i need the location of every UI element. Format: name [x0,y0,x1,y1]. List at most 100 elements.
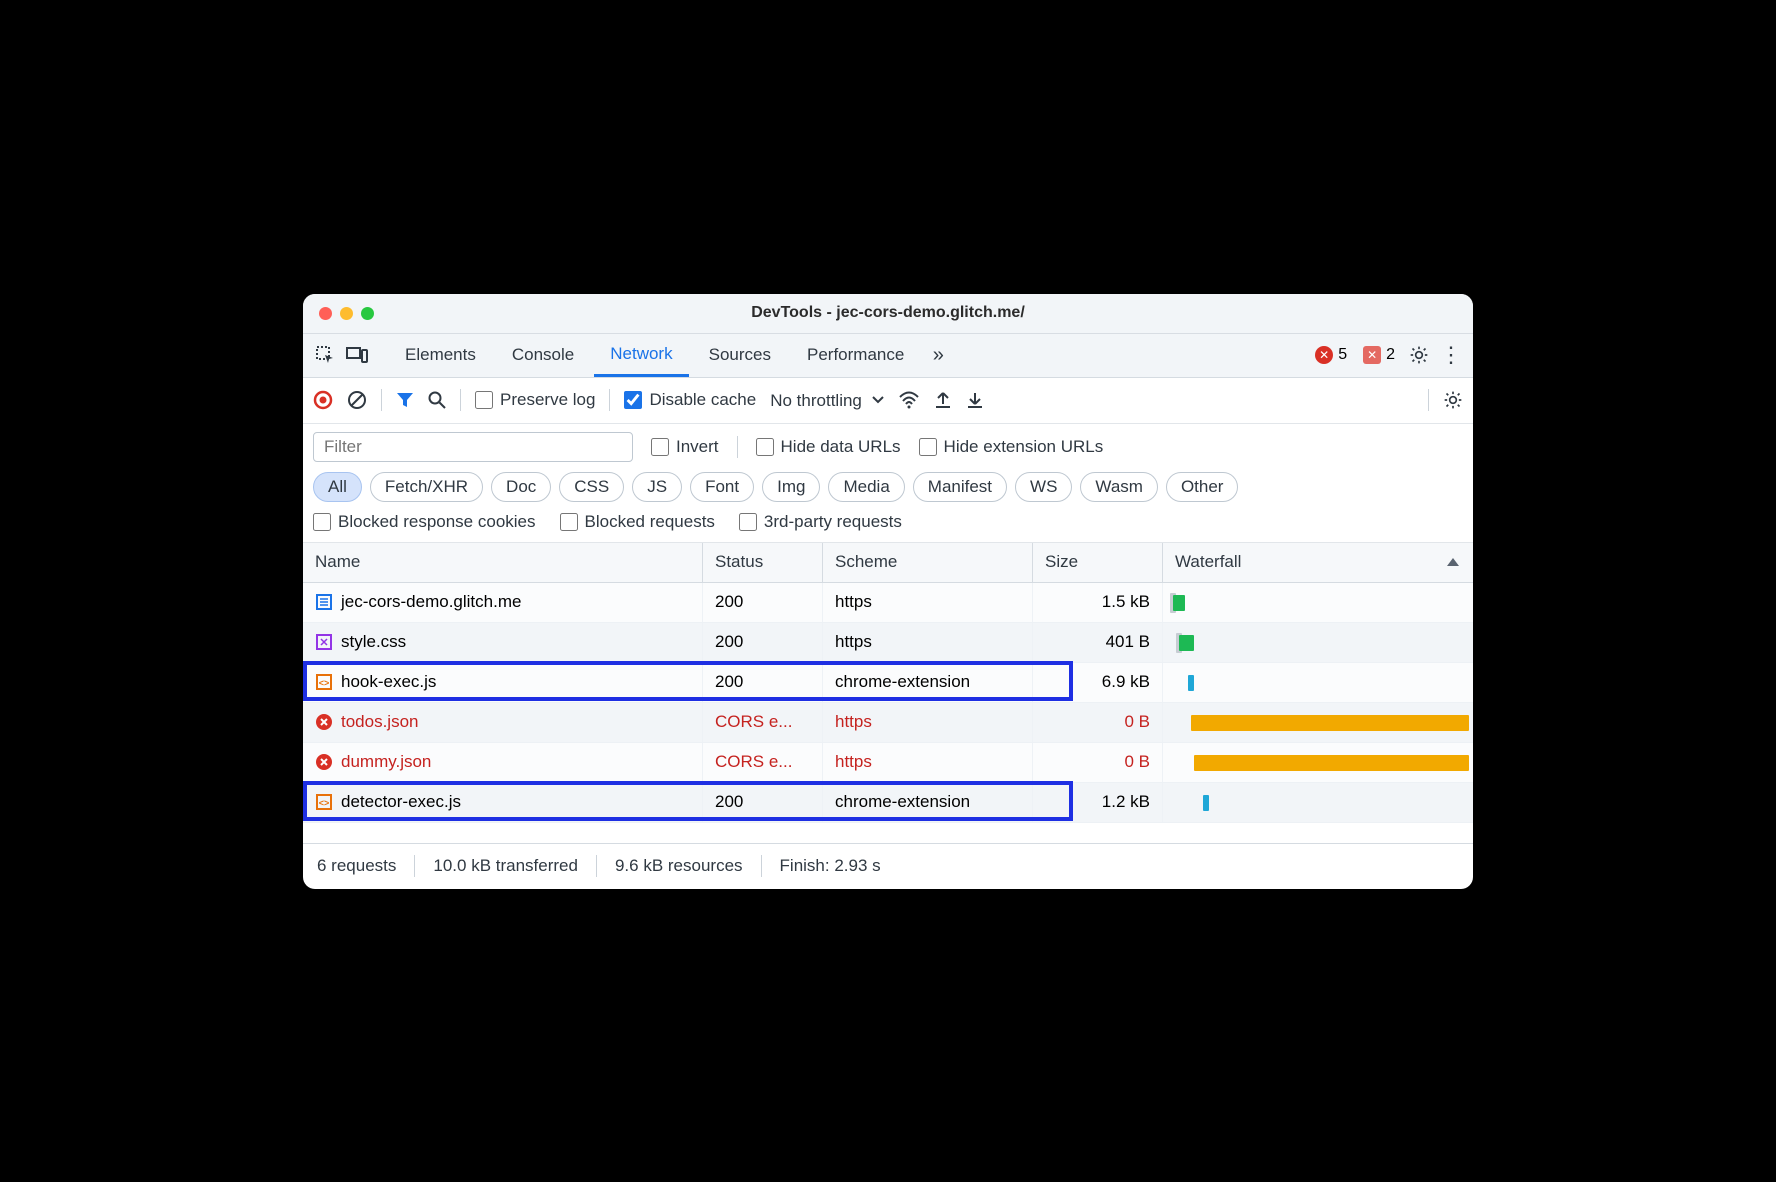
type-pill-img[interactable]: Img [762,472,820,502]
summary-finish: Finish: 2.93 s [780,856,881,876]
tab-performance[interactable]: Performance [791,334,920,377]
table-body: jec-cors-demo.glitch.me200https1.5 kBsty… [303,583,1473,843]
svg-text:<>: <> [319,798,330,808]
throttling-select[interactable]: No throttling [770,391,884,410]
blocked-cookies-checkbox[interactable]: Blocked response cookies [313,512,536,532]
network-conditions-icon[interactable] [898,391,920,409]
waterfall-bar [1167,623,1469,662]
inspect-icon[interactable] [311,345,339,365]
table-row[interactable]: dummy.jsonCORS e...https0 B [303,743,1473,783]
type-pill-other[interactable]: Other [1166,472,1239,502]
upload-har-icon[interactable] [934,390,952,410]
kebab-icon[interactable]: ⋮ [1437,342,1465,368]
filter-input[interactable] [313,432,633,462]
type-pill-manifest[interactable]: Manifest [913,472,1007,502]
record-button[interactable] [313,390,333,410]
type-pill-css[interactable]: CSS [559,472,624,502]
search-icon[interactable] [428,391,446,409]
requests-table: Name Status Scheme Size Waterfall jec-co… [303,543,1473,843]
table-row[interactable]: jec-cors-demo.glitch.me200https1.5 kB [303,583,1473,623]
summary-transferred: 10.0 kB transferred [433,856,578,876]
third-party-label: 3rd-party requests [764,512,902,532]
preserve-log-checkbox[interactable]: Preserve log [475,390,595,410]
type-pill-js[interactable]: JS [632,472,682,502]
type-pill-all[interactable]: All [313,472,362,502]
filter-icon[interactable] [396,391,414,409]
request-size: 1.5 kB [1033,583,1163,622]
request-name: hook-exec.js [341,672,436,692]
hide-data-urls-label: Hide data URLs [781,437,901,457]
request-status: CORS e... [703,743,823,782]
request-status: 200 [703,663,823,702]
col-name[interactable]: Name [303,543,703,582]
type-pill-font[interactable]: Font [690,472,754,502]
request-size: 401 B [1033,623,1163,662]
err-icon [315,713,333,731]
table-row[interactable]: <> hook-exec.js 200chrome-extension6.9 kB [303,663,1473,703]
settings-icon[interactable] [1405,345,1433,365]
err-icon [315,753,333,771]
js-icon: <> [315,793,333,811]
table-row[interactable]: style.css 200https401 B [303,623,1473,663]
type-pill-wasm[interactable]: Wasm [1080,472,1158,502]
table-row[interactable]: todos.jsonCORS e...https0 B [303,703,1473,743]
errors-count: 5 [1338,346,1347,364]
request-size: 0 B [1033,703,1163,742]
tab-network[interactable]: Network [594,334,688,377]
disable-cache-checkbox[interactable]: Disable cache [624,390,756,410]
request-size: 6.9 kB [1033,663,1163,702]
col-waterfall[interactable]: Waterfall [1163,543,1473,582]
request-scheme: chrome-extension [823,663,1033,702]
panel-settings-icon[interactable] [1443,390,1463,410]
hide-data-urls-checkbox[interactable]: Hide data URLs [756,437,901,457]
panel-tabs: Elements Console Network Sources Perform… [303,334,1473,378]
type-filter-pills: All Fetch/XHR Doc CSS JS Font Img Media Manifest… [313,472,1463,502]
blocked-requests-checkbox[interactable]: Blocked requests [560,512,715,532]
invert-checkbox[interactable]: Invert [651,437,719,457]
table-row[interactable]: <>detector-exec.js200chrome-extension1.2… [303,783,1473,823]
tab-elements[interactable]: Elements [389,334,492,377]
request-scheme: https [823,623,1033,662]
col-status[interactable]: Status [703,543,823,582]
request-size: 0 B [1033,743,1163,782]
waterfall-bar [1167,583,1469,622]
titlebar: DevTools - jec-cors-demo.glitch.me/ [303,294,1473,334]
waterfall-bar [1167,663,1469,702]
preserve-log-label: Preserve log [500,390,595,410]
type-pill-fetchxhr[interactable]: Fetch/XHR [370,472,483,502]
waterfall-bar [1167,783,1469,822]
doc-icon [315,593,333,611]
network-toolbar: Preserve log Disable cache No throttling [303,378,1473,424]
summary-resources: 9.6 kB resources [615,856,743,876]
window-title: DevTools - jec-cors-demo.glitch.me/ [303,304,1473,322]
col-size[interactable]: Size [1033,543,1163,582]
type-pill-media[interactable]: Media [828,472,904,502]
request-scheme: https [823,583,1033,622]
type-pill-ws[interactable]: WS [1015,472,1072,502]
device-icon[interactable] [343,346,371,364]
tab-sources[interactable]: Sources [693,334,787,377]
blocked-requests-label: Blocked requests [585,512,715,532]
request-scheme: https [823,743,1033,782]
request-name: style.css [341,632,406,652]
download-har-icon[interactable] [966,390,984,410]
errors-badge[interactable]: ✕ 5 [1309,346,1353,364]
js-icon: <> [315,673,333,691]
devtools-window: DevTools - jec-cors-demo.glitch.me/ Elem… [303,294,1473,889]
more-tabs-icon[interactable]: » [924,344,952,367]
clear-button[interactable] [347,390,367,410]
css-icon [315,633,333,651]
disable-cache-label: Disable cache [649,390,756,410]
tab-console[interactable]: Console [496,334,590,377]
issues-badge[interactable]: ✕ 2 [1357,346,1401,364]
issues-count: 2 [1386,346,1395,364]
error-icon: ✕ [1315,346,1333,364]
request-name: todos.json [341,712,419,732]
col-scheme[interactable]: Scheme [823,543,1033,582]
third-party-checkbox[interactable]: 3rd-party requests [739,512,902,532]
request-status: 200 [703,623,823,662]
type-pill-doc[interactable]: Doc [491,472,551,502]
hide-extension-urls-checkbox[interactable]: Hide extension URLs [919,437,1104,457]
issue-icon: ✕ [1363,346,1381,364]
request-size: 1.2 kB [1033,783,1163,822]
